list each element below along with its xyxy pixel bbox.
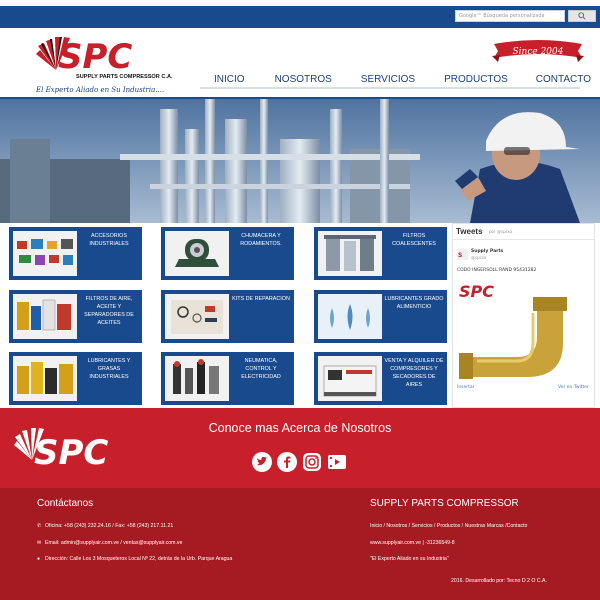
tweets-by[interactable]: por @spcsa — [489, 229, 512, 234]
drops-icon — [318, 294, 382, 339]
product-card[interactable]: LUBRICANTES GRADO ALIMENTICIO — [314, 290, 447, 343]
tweet-text: CODO INGERSOLL RAND 95431282 — [457, 268, 537, 273]
about-banner: SPC Conoce mas Acerca de Nosotros — [0, 408, 600, 488]
phone-icon: ✆ — [37, 523, 42, 529]
fittings-icon — [13, 231, 77, 276]
location-icon: ● — [37, 556, 41, 562]
tweet-handle[interactable]: @spcsa — [471, 255, 486, 260]
footer-links[interactable]: Inicio / Nosotros / Servicios / Producto… — [370, 523, 527, 529]
logo-tagline: El Experto Aliado en Su Industria.... — [36, 86, 164, 94]
avatar: S — [457, 249, 468, 260]
twitter-icon[interactable] — [252, 452, 272, 472]
top-bar: Google™ Búsqueda personalizada — [0, 0, 600, 28]
instagram-icon[interactable] — [302, 452, 322, 472]
product-card[interactable]: NEUMATICA, CONTROL Y ELECTRICIDAD — [161, 352, 294, 405]
industrial-plant-illustration — [0, 99, 600, 223]
product-label: VENTA Y ALQUILER DE COMPRESORES Y SECADO… — [384, 358, 444, 388]
since-badge: Since 2004 — [492, 40, 584, 62]
contact-address: ● Dirección: Calle Los 3 Mosqueteros Loca… — [37, 556, 232, 562]
logo-company: SUPPLY PARTS COMPRESSOR C.A. — [76, 74, 173, 80]
twitter-widget[interactable]: Tweets por @spcsa S Supply Parts @spcsa … — [452, 223, 595, 408]
contact-email[interactable]: ✉ Email: admin@supplyair.com.ve / ventas@… — [37, 540, 182, 546]
lubricant-cans-icon — [13, 356, 77, 401]
product-grid: ACCESORIOS INDUSTRIALES CHUMACERA Y RODA… — [0, 223, 452, 408]
product-card[interactable]: FILTROS DE AIRE, ACEITE Y SEPARADORES DE… — [9, 290, 142, 343]
video-icon[interactable] — [327, 452, 347, 472]
filter-housing-icon — [318, 231, 382, 276]
hero-image — [0, 99, 600, 223]
contact-phone-text: Oficina: +58 (243) 232.24.16 / Fax: +58 … — [45, 523, 174, 529]
product-card[interactable]: ACCESORIOS INDUSTRIALES — [9, 227, 142, 280]
contact-phone: ✆ Oficina: +58 (243) 232.24.16 / Fax: +58… — [37, 523, 173, 529]
contact-email-text: Email: admin@supplyair.com.ve / ventas@s… — [45, 540, 183, 546]
banner-logo-text: SPC — [34, 433, 108, 473]
product-card[interactable]: FILTROS COALESCENTES — [314, 227, 447, 280]
spc-logo[interactable]: SPC SUPPLY PARTS COMPRESSOR C.A. El Expe… — [36, 30, 196, 98]
contact-address-text: Dirección: Calle Los 3 Mosqueteros Local… — [45, 556, 233, 562]
search-icon — [578, 12, 586, 20]
divider — [453, 239, 594, 240]
company-title: SUPPLY PARTS COMPRESSOR — [370, 498, 519, 509]
product-label: FILTROS COALESCENTES — [392, 233, 436, 247]
logo-text: SPC — [58, 37, 132, 77]
elbow-fitting-image[interactable]: SPC — [457, 279, 591, 379]
product-label: NEUMATICA, CONTROL Y ELECTRICIDAD — [241, 358, 281, 380]
product-label: LUBRICANTES Y GRASAS INDUSTRIALES — [87, 358, 131, 380]
tweet-view-link[interactable]: Ver en Twitter — [558, 385, 589, 390]
footer-quote: "El Experto Aliado en su Industria" — [370, 556, 449, 562]
footer: Contáctanos ✆ Oficina: +58 (243) 232.24.1… — [0, 488, 600, 600]
svg-text:S: S — [458, 252, 462, 259]
product-card[interactable]: VENTA Y ALQUILER DE COMPRESORES Y SECADO… — [314, 352, 447, 405]
product-card[interactable]: CHUMACERA Y RODAMIENTOS. — [161, 227, 294, 280]
bearing-icon — [165, 231, 229, 276]
tweet-user[interactable]: Supply Parts — [471, 249, 503, 254]
filters-icon — [13, 294, 77, 339]
tweets-title: Tweets — [456, 227, 483, 236]
footer-site[interactable]: www.supplyair.com.ve | -31236549-8 — [370, 540, 455, 546]
nav-underline — [200, 87, 580, 89]
header: SPC SUPPLY PARTS COMPRESSOR C.A. El Expe… — [0, 28, 600, 98]
search-input[interactable]: Google™ Búsqueda personalizada — [455, 10, 565, 22]
spc-logo-white[interactable]: SPC — [14, 422, 134, 480]
since-text: Since 2004 — [513, 47, 564, 57]
contact-title: Contáctanos — [37, 498, 94, 509]
repair-kit-icon — [165, 294, 229, 339]
search-button[interactable] — [568, 10, 596, 22]
pneumatic-icon — [165, 356, 229, 401]
mail-icon: ✉ — [37, 540, 42, 546]
product-label: KITS DE REPARACION — [232, 296, 290, 302]
product-label: CHUMACERA Y RODAMIENTOS. — [240, 233, 282, 247]
compressor-icon — [318, 356, 382, 401]
product-label: LUBRICANTES GRADO ALIMENTICIO — [384, 296, 444, 310]
footer-credit: 2016. Desarrollado por: Tecno D 2 O C.A. — [451, 578, 547, 584]
tweet-logo: SPC — [459, 282, 494, 301]
product-card[interactable]: LUBRICANTES Y GRASAS INDUSTRIALES — [9, 352, 142, 405]
product-label: ACCESORIOS INDUSTRIALES — [89, 233, 129, 247]
tweet-embed-link[interactable]: Insertar — [457, 385, 475, 390]
page: Google™ Búsqueda personalizada SPC SUPPL… — [0, 0, 600, 600]
product-card[interactable]: KITS DE REPARACION — [161, 290, 294, 343]
product-label: FILTROS DE AIRE, ACEITE Y SEPARADORES DE… — [84, 296, 134, 326]
banner-title: Conoce mas Acerca de Nosotros — [208, 421, 392, 435]
facebook-icon[interactable] — [277, 452, 297, 472]
